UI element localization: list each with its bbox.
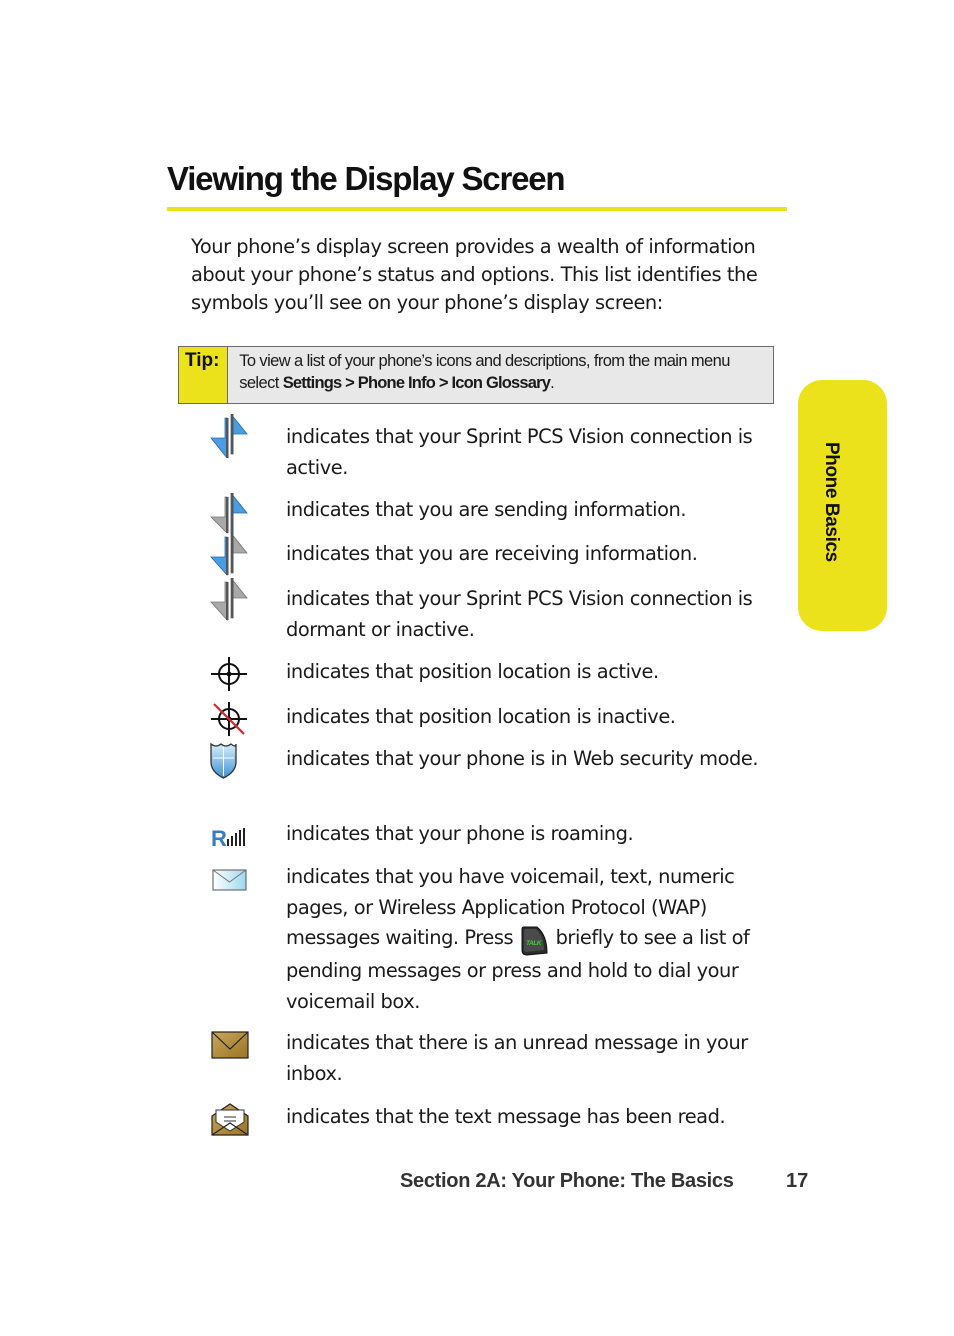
tip-text: To view a list of your phone’s icons and…: [228, 347, 773, 403]
footer-section-title: Section 2A: Your Phone: The Basics: [400, 1170, 734, 1192]
item-description: indicates that the text message has been…: [286, 1105, 726, 1128]
tip-menu-path: Settings > Phone Info > Icon Glossary: [282, 374, 551, 392]
item-description: indicates that your phone is roaming.: [286, 822, 634, 845]
title-rule: [167, 207, 787, 211]
unread-message-envelope-icon: [211, 1031, 249, 1059]
page-title: Viewing the Display Screen: [167, 160, 566, 197]
item-description: indicates that you have voicemail, text,…: [286, 862, 771, 1017]
item-description: indicates that position location is acti…: [286, 660, 659, 683]
item-description: indicates that your Sprint PCS Vision co…: [286, 587, 753, 641]
vision-receiving-icon: [210, 533, 248, 577]
tip-box: Tip: To view a list of your phone’s icon…: [178, 346, 774, 404]
item-description: indicates that your Sprint PCS Vision co…: [286, 425, 753, 479]
item-description: indicates that you are receiving informa…: [286, 542, 698, 565]
location-off-icon: [211, 702, 247, 736]
read-message-envelope-icon: [211, 1103, 249, 1136]
section-side-tab: Phone Basics: [798, 380, 887, 631]
vision-connection-active-icon: [210, 414, 248, 458]
web-security-shield-icon: [210, 742, 237, 779]
item-description: indicates that there is an unread messag…: [286, 1031, 748, 1085]
message-waiting-envelope-icon: [212, 869, 247, 891]
vision-sending-icon: [210, 493, 248, 534]
svg-text:R: R: [211, 826, 227, 851]
item-description: indicates that position location is inac…: [286, 705, 676, 728]
tip-label: Tip:: [179, 347, 229, 403]
tip-text-suffix: .: [550, 374, 555, 392]
page-number: 17: [786, 1170, 809, 1192]
intro-paragraph: Your phone’s display screen provides a w…: [191, 235, 758, 314]
side-tab-label: Phone Basics: [821, 442, 842, 562]
item-description: indicates that your phone is in Web secu…: [286, 747, 759, 770]
vision-dormant-icon: [210, 578, 248, 622]
roaming-icon: R: [211, 826, 245, 851]
location-on-icon: [211, 657, 247, 691]
talk-key-icon: TALK: [521, 926, 548, 956]
item-description: indicates that you are sending informati…: [286, 498, 687, 521]
talk-key-label: TALK: [526, 940, 543, 947]
